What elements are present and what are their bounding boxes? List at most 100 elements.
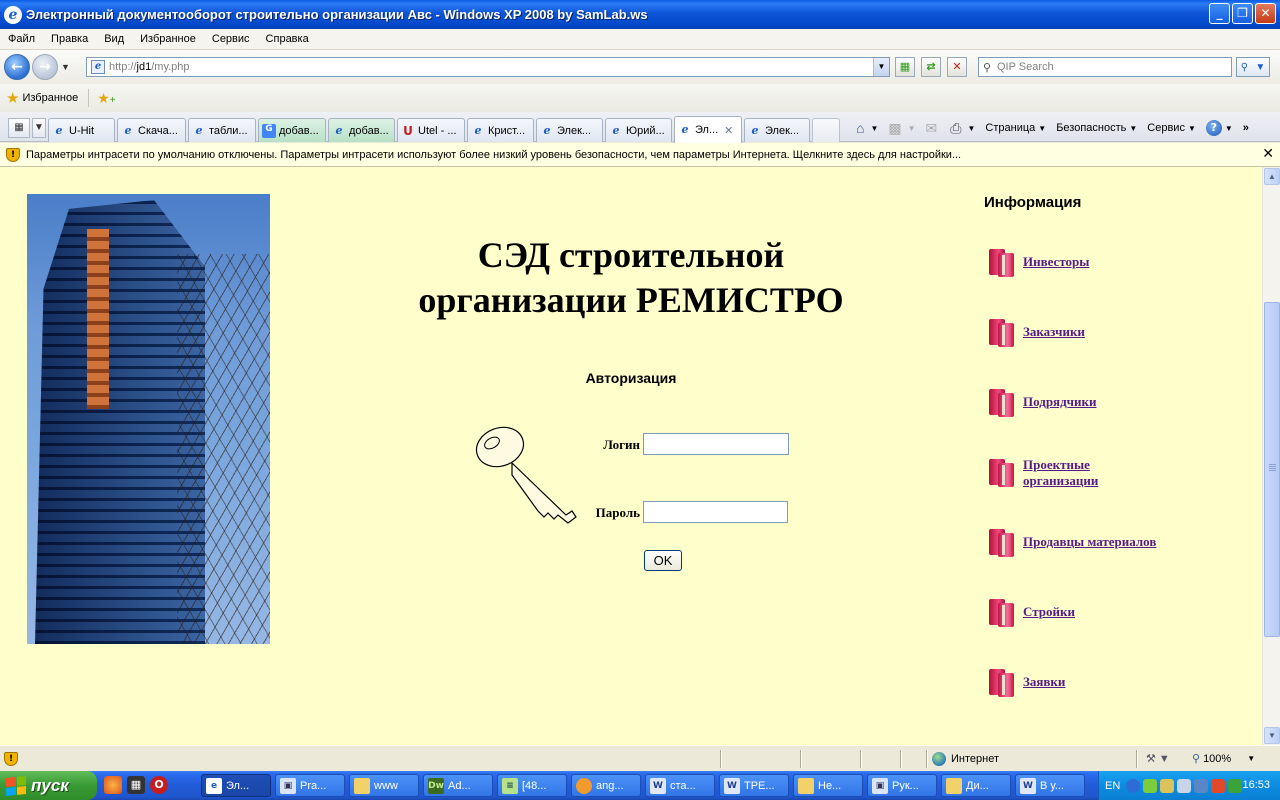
tab-list-icon[interactable]: ▼ [32,118,46,138]
browser-tab[interactable]: e добав... [328,118,395,142]
add-favorite-icon[interactable]: ★+ [97,90,115,107]
new-tab-button[interactable] [812,118,840,142]
menu-edit[interactable]: Правка [43,33,96,45]
browser-tab[interactable]: e U-Hit [48,118,115,142]
back-arrow-icon[interactable] [1126,778,1141,793]
menu-view[interactable]: Вид [96,33,132,45]
home-button[interactable]: ⌂ ▼ [856,120,878,136]
network-icon[interactable] [1160,778,1175,793]
icq-icon[interactable] [1143,778,1158,793]
browser-tab[interactable]: e Крист... [467,118,534,142]
nav-link[interactable]: Заказчики [1023,324,1085,340]
search-input[interactable]: ⚲ QIP Search [978,57,1232,77]
scroll-down-icon[interactable]: ▼ [1264,727,1280,744]
forward-button[interactable]: → [32,54,58,80]
taskbar-button[interactable]: Wста... [645,774,715,797]
app-icon[interactable]: ▦ [127,776,145,794]
scroll-thumb[interactable] [1264,302,1280,637]
address-bar[interactable]: e http://jd1/my.php ▼ [86,57,890,77]
nav-item-design-orgs[interactable]: Проектные организации [986,457,1098,489]
more-tools-icon[interactable]: » [1243,122,1249,134]
taskbar-button[interactable]: Не... [793,774,863,797]
taskbar-button[interactable]: Ди... [941,774,1011,797]
browser-tab[interactable]: Gдобав... [258,118,326,142]
nav-link[interactable]: Продавцы материалов [1023,534,1156,550]
nav-item-construction-sites[interactable]: Стройки [986,597,1075,629]
opera-icon[interactable]: O [150,776,168,794]
nav-item-investors[interactable]: Инвесторы [986,247,1089,279]
nav-item-contractors[interactable]: Подрядчики [986,387,1096,419]
taskbar-button[interactable]: ▣ Pra... [275,774,345,797]
taskbar-button[interactable]: ang... [571,774,641,797]
taskbar-button[interactable]: e Эл... [201,774,271,797]
history-dropdown-icon[interactable]: ▼ [61,62,73,72]
nav-link[interactable]: Заявки [1023,674,1065,690]
minimize-button[interactable]: _ [1209,3,1230,24]
browser-tab[interactable]: e Элек... [744,118,810,142]
information-bar[interactable]: ! Параметры интрасети по умолчанию отклю… [0,143,1280,167]
page-menu[interactable]: Страница ▼ [985,122,1046,134]
safety-menu[interactable]: Безопасность ▼ [1056,122,1137,134]
taskbar-button[interactable]: Dw Ad... [423,774,493,797]
browser-tab[interactable]: e Элек... [536,118,603,142]
stop-icon[interactable]: ✕ [947,57,967,77]
taskbar-button[interactable]: ≡ [48... [497,774,567,797]
menu-file[interactable]: Файл [0,33,43,45]
taskbar-button[interactable]: www [349,774,419,797]
quick-tabs-icon[interactable]: ▦ [8,118,30,138]
favorites-star-icon[interactable]: ★ [6,89,19,107]
clock[interactable]: 16:53 [1242,779,1270,791]
ok-button[interactable]: OK [644,550,682,571]
maximize-button[interactable]: ❐ [1232,3,1253,24]
nav-item-requests[interactable]: Заявки [986,667,1065,699]
address-dropdown-icon[interactable]: ▼ [873,58,889,76]
zoom-control[interactable]: ⚲ 100% ▼ [1192,752,1255,766]
feeds-button[interactable]: ▩ ▼ [888,120,915,137]
tray-app-icon[interactable] [1194,778,1209,793]
vertical-scrollbar[interactable]: ▲ ▼ [1262,167,1280,745]
search-options-icon[interactable]: ▼ [1255,62,1265,73]
tray-app-icon[interactable] [1211,778,1226,793]
browser-tab[interactable]: e Эл... ✕ [674,116,742,143]
menu-favorites[interactable]: Избранное [132,33,204,45]
nav-link[interactable]: Подрядчики [1023,394,1096,410]
taskbar-button[interactable]: W TPE... [719,774,789,797]
back-button[interactable]: ← [4,54,30,80]
taskbar-button[interactable]: ▣ Рук... [867,774,937,797]
favorites-button[interactable]: Избранное [22,92,78,104]
firefox-icon[interactable] [104,776,122,794]
tray-app-icon[interactable] [1177,778,1192,793]
browser-tab[interactable]: e Юрий... [605,118,672,142]
nav-item-customers[interactable]: Заказчики [986,317,1085,349]
browser-tab[interactable]: e табли... [188,118,256,142]
information-bar-close-icon[interactable]: ✕ [1262,146,1274,162]
tools-menu[interactable]: Сервис ▼ [1147,122,1196,134]
compatibility-icon[interactable]: ▦ [895,57,915,77]
refresh-icon[interactable]: ⇄ [921,57,941,77]
nav-link[interactable]: Проектные организации [1023,457,1098,489]
close-button[interactable]: ✕ [1255,3,1276,24]
language-indicator[interactable]: EN [1105,780,1120,792]
search-button[interactable]: ⚲ ▼ [1236,57,1270,77]
password-input[interactable] [643,501,788,523]
tab-close-icon[interactable]: ✕ [724,124,733,137]
nav-link[interactable]: Стройки [1023,604,1075,620]
protected-mode-icon[interactable]: ⚒ ▼ [1146,752,1170,765]
scroll-up-icon[interactable]: ▲ [1264,168,1280,185]
browser-tab[interactable]: e Скача... [117,118,186,142]
nav-item-suppliers[interactable]: Продавцы материалов [986,527,1156,559]
menu-tools[interactable]: Сервис [204,33,258,45]
login-input[interactable] [643,433,789,455]
start-button[interactable]: пуск [0,771,97,800]
menu-help[interactable]: Справка [258,33,317,45]
taskbar-button[interactable]: W В у... [1015,774,1085,797]
security-zone[interactable]: Интернет [932,752,999,766]
information-bar-text[interactable]: Параметры интрасети по умолчанию отключе… [26,149,961,161]
address-url[interactable]: http://jd1/my.php [109,61,190,73]
help-button[interactable]: ? ▼ [1205,120,1233,136]
print-button[interactable]: ⎙ ▼ [950,120,975,137]
mail-button[interactable]: ✉ [926,120,941,137]
safely-remove-icon[interactable] [1228,778,1243,793]
nav-link[interactable]: Инвесторы [1023,254,1089,270]
browser-tab[interactable]: U Utel - ... [397,118,465,142]
